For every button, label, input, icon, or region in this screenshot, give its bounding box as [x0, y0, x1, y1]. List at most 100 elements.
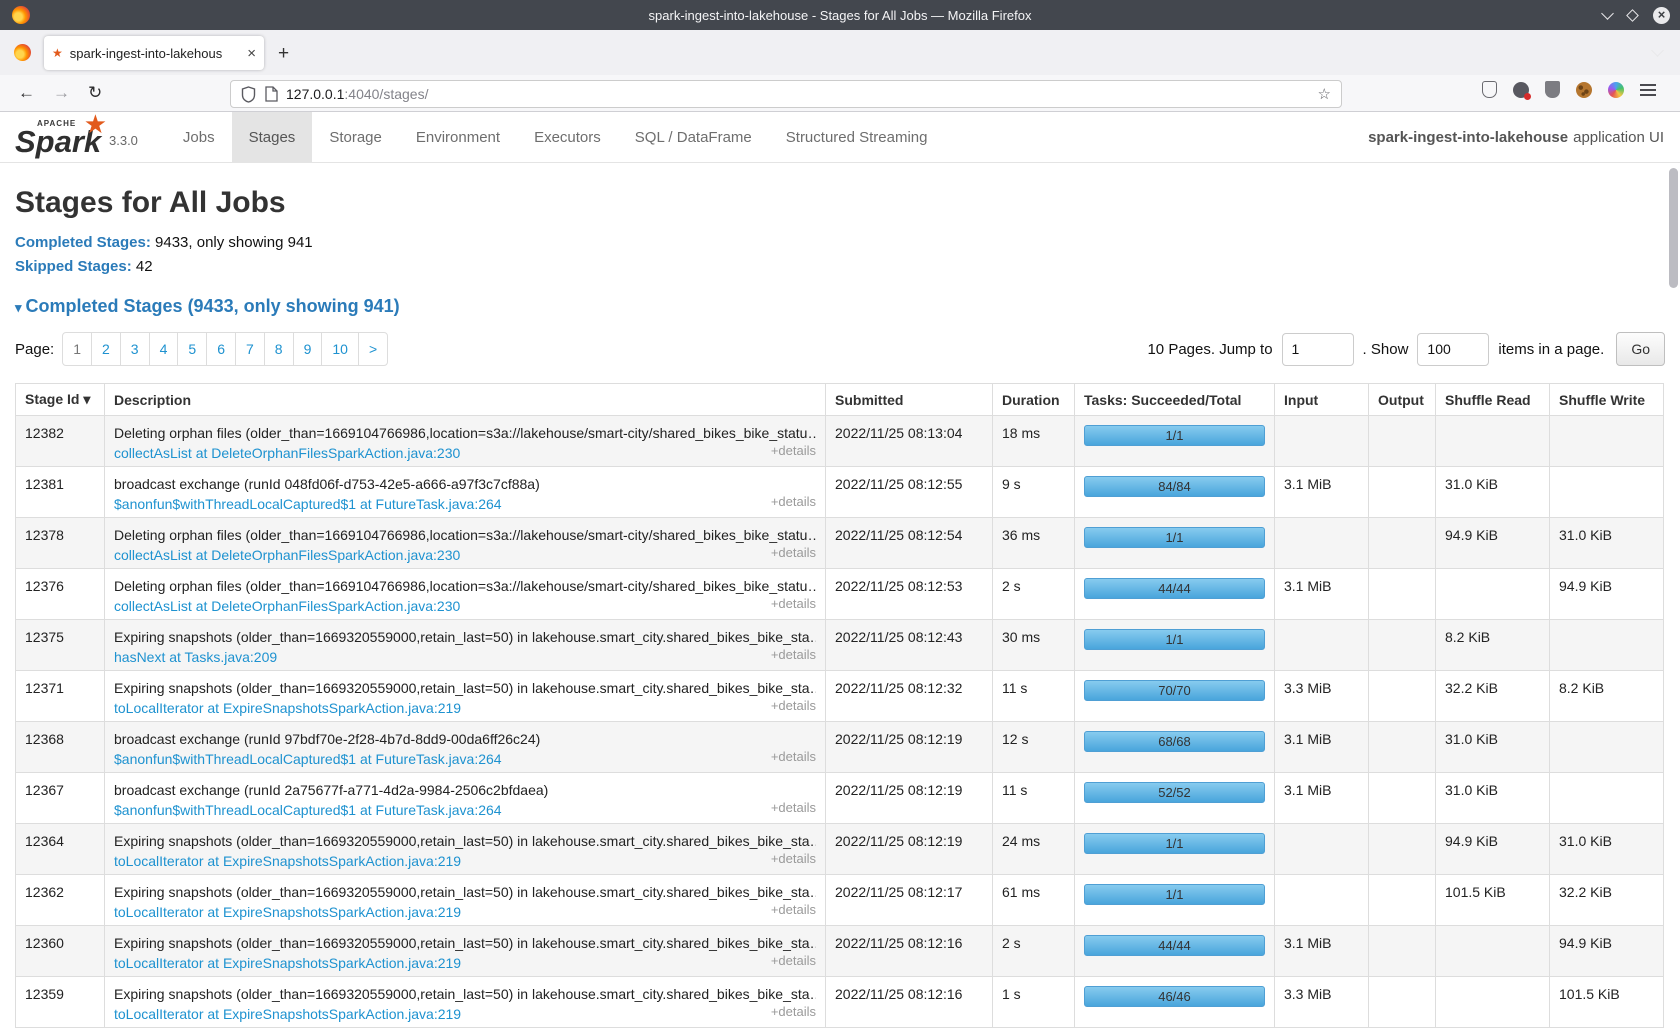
details-toggle[interactable]: +details [771, 851, 816, 866]
stage-detail-link[interactable]: collectAsList at DeleteOrphanFilesSparkA… [114, 445, 460, 461]
forward-button[interactable]: → [53, 83, 70, 103]
ublock-extension-icon[interactable] [1545, 81, 1560, 98]
menu-icon[interactable] [1640, 84, 1656, 96]
nav-item-structured-streaming[interactable]: Structured Streaming [769, 112, 945, 162]
stage-detail-link[interactable]: hasNext at Tasks.java:209 [114, 649, 277, 665]
page-button-3[interactable]: 3 [120, 332, 150, 366]
pinwheel-extension-icon[interactable] [1608, 82, 1624, 98]
spark-logo[interactable]: APACHE Spark ★ 3.3.0 [0, 112, 138, 162]
column-header[interactable]: Description [105, 384, 826, 416]
stage-detail-link[interactable]: $anonfun$withThreadLocalCaptured$1 at Fu… [114, 802, 502, 818]
completed-stages-label[interactable]: Completed Stages: [15, 234, 151, 251]
stage-description: Expiring snapshots (older_than=166932055… [114, 884, 816, 900]
output-cell [1369, 518, 1436, 569]
nav-item-storage[interactable]: Storage [312, 112, 399, 162]
bookmark-star-icon[interactable]: ☆ [1318, 85, 1331, 103]
jump-to-input[interactable] [1282, 333, 1354, 366]
show-count-input[interactable] [1417, 333, 1489, 366]
application-name: spark-ingest-into-lakehouse [1368, 129, 1568, 146]
page-info-icon[interactable] [265, 86, 278, 102]
nav-item-stages[interactable]: Stages [232, 112, 313, 162]
details-toggle[interactable]: +details [771, 953, 816, 968]
shield-permissions-icon[interactable] [241, 86, 256, 103]
cookie-extension-icon[interactable] [1576, 82, 1592, 98]
shuffle-write-cell: 31.0 KiB [1550, 518, 1664, 569]
shuffle-read-cell [1436, 926, 1550, 977]
details-toggle[interactable]: +details [771, 443, 816, 458]
details-toggle[interactable]: +details [771, 749, 816, 764]
spark-version: 3.3.0 [109, 133, 138, 148]
stage-detail-link[interactable]: collectAsList at DeleteOrphanFilesSparkA… [114, 598, 460, 614]
stage-detail-link[interactable]: toLocalIterator at ExpireSnapshotsSparkA… [114, 853, 461, 869]
details-toggle[interactable]: +details [771, 800, 816, 815]
shuffle-read-cell: 31.0 KiB [1436, 467, 1550, 518]
page-button-7[interactable]: 7 [235, 332, 265, 366]
url-bar[interactable]: 127.0.0.1 :4040/stages/ ☆ [230, 80, 1342, 108]
nav-item-executors[interactable]: Executors [517, 112, 618, 162]
mask-extension-icon[interactable] [1513, 82, 1529, 98]
window-close-icon[interactable]: × [1653, 7, 1670, 24]
column-header[interactable]: Tasks: Succeeded/Total [1075, 384, 1275, 416]
firefox-icon[interactable] [14, 44, 31, 61]
stage-detail-link[interactable]: toLocalIterator at ExpireSnapshotsSparkA… [114, 904, 461, 920]
page-button->[interactable]: > [358, 332, 388, 366]
stage-detail-link[interactable]: $anonfun$withThreadLocalCaptured$1 at Fu… [114, 496, 502, 512]
page-button-9[interactable]: 9 [293, 332, 323, 366]
new-tab-button[interactable]: + [278, 43, 289, 65]
url-path: :4040/stages/ [344, 86, 428, 102]
page-button-8[interactable]: 8 [264, 332, 294, 366]
column-header[interactable]: Shuffle Write [1550, 384, 1664, 416]
page-button-4[interactable]: 4 [149, 332, 179, 366]
page-button-1[interactable]: 1 [62, 332, 92, 366]
nav-item-environment[interactable]: Environment [399, 112, 517, 162]
stage-description: Deleting orphan files (older_than=166910… [114, 527, 816, 543]
tab-list-chevron-icon[interactable] [1651, 44, 1664, 57]
details-toggle[interactable]: +details [771, 698, 816, 713]
output-cell [1369, 875, 1436, 926]
column-header[interactable]: Stage Id ▾ [16, 384, 105, 416]
stage-id-cell: 12378 [16, 518, 105, 569]
page-scrollbar[interactable] [1669, 168, 1678, 288]
nav-item-sql-dataframe[interactable]: SQL / DataFrame [618, 112, 769, 162]
page-button-5[interactable]: 5 [177, 332, 207, 366]
table-row: 12376 Deleting orphan files (older_than=… [16, 569, 1664, 620]
details-toggle[interactable]: +details [771, 545, 816, 560]
stage-detail-link[interactable]: collectAsList at DeleteOrphanFilesSparkA… [114, 547, 460, 563]
page-button-6[interactable]: 6 [206, 332, 236, 366]
output-cell [1369, 977, 1436, 1028]
nav-item-jobs[interactable]: Jobs [166, 112, 232, 162]
jump-controls: 10 Pages. Jump to . Show items in a page… [1147, 332, 1665, 366]
tab-close-icon[interactable]: × [247, 45, 256, 62]
page-button-10[interactable]: 10 [321, 332, 359, 366]
browser-tab[interactable]: ★ spark-ingest-into-lakehous × [44, 36, 264, 70]
column-header[interactable]: Input [1275, 384, 1369, 416]
go-button[interactable]: Go [1616, 332, 1665, 366]
details-toggle[interactable]: +details [771, 494, 816, 509]
reload-button[interactable]: ↻ [88, 83, 102, 103]
page-button-2[interactable]: 2 [91, 332, 121, 366]
maximize-icon[interactable] [1626, 9, 1639, 22]
collapse-arrow-icon: ▾ [15, 300, 22, 315]
stage-detail-link[interactable]: toLocalIterator at ExpireSnapshotsSparkA… [114, 700, 461, 716]
stage-detail-link[interactable]: toLocalIterator at ExpireSnapshotsSparkA… [114, 1006, 461, 1022]
completed-stages-section-header[interactable]: ▾Completed Stages (9433, only showing 94… [15, 296, 1665, 317]
column-header[interactable]: Output [1369, 384, 1436, 416]
stage-detail-link[interactable]: $anonfun$withThreadLocalCaptured$1 at Fu… [114, 751, 502, 767]
stage-description: Expiring snapshots (older_than=166932055… [114, 935, 816, 951]
details-toggle[interactable]: +details [771, 647, 816, 662]
tasks-progress-bar: 44/44 [1084, 935, 1265, 956]
details-toggle[interactable]: +details [771, 596, 816, 611]
minimize-icon[interactable] [1601, 7, 1614, 20]
details-toggle[interactable]: +details [771, 902, 816, 917]
back-button[interactable]: ← [18, 83, 35, 103]
column-header[interactable]: Shuffle Read [1436, 384, 1550, 416]
output-cell [1369, 467, 1436, 518]
stage-detail-link[interactable]: toLocalIterator at ExpireSnapshotsSparkA… [114, 955, 461, 971]
pagination: 12345678910> [62, 332, 388, 366]
skipped-stages-label[interactable]: Skipped Stages: [15, 258, 132, 275]
submitted-cell: 2022/11/25 08:12:19 [826, 824, 993, 875]
column-header[interactable]: Duration [993, 384, 1075, 416]
column-header[interactable]: Submitted [826, 384, 993, 416]
shield-extension-icon[interactable] [1482, 81, 1497, 98]
input-cell [1275, 620, 1369, 671]
